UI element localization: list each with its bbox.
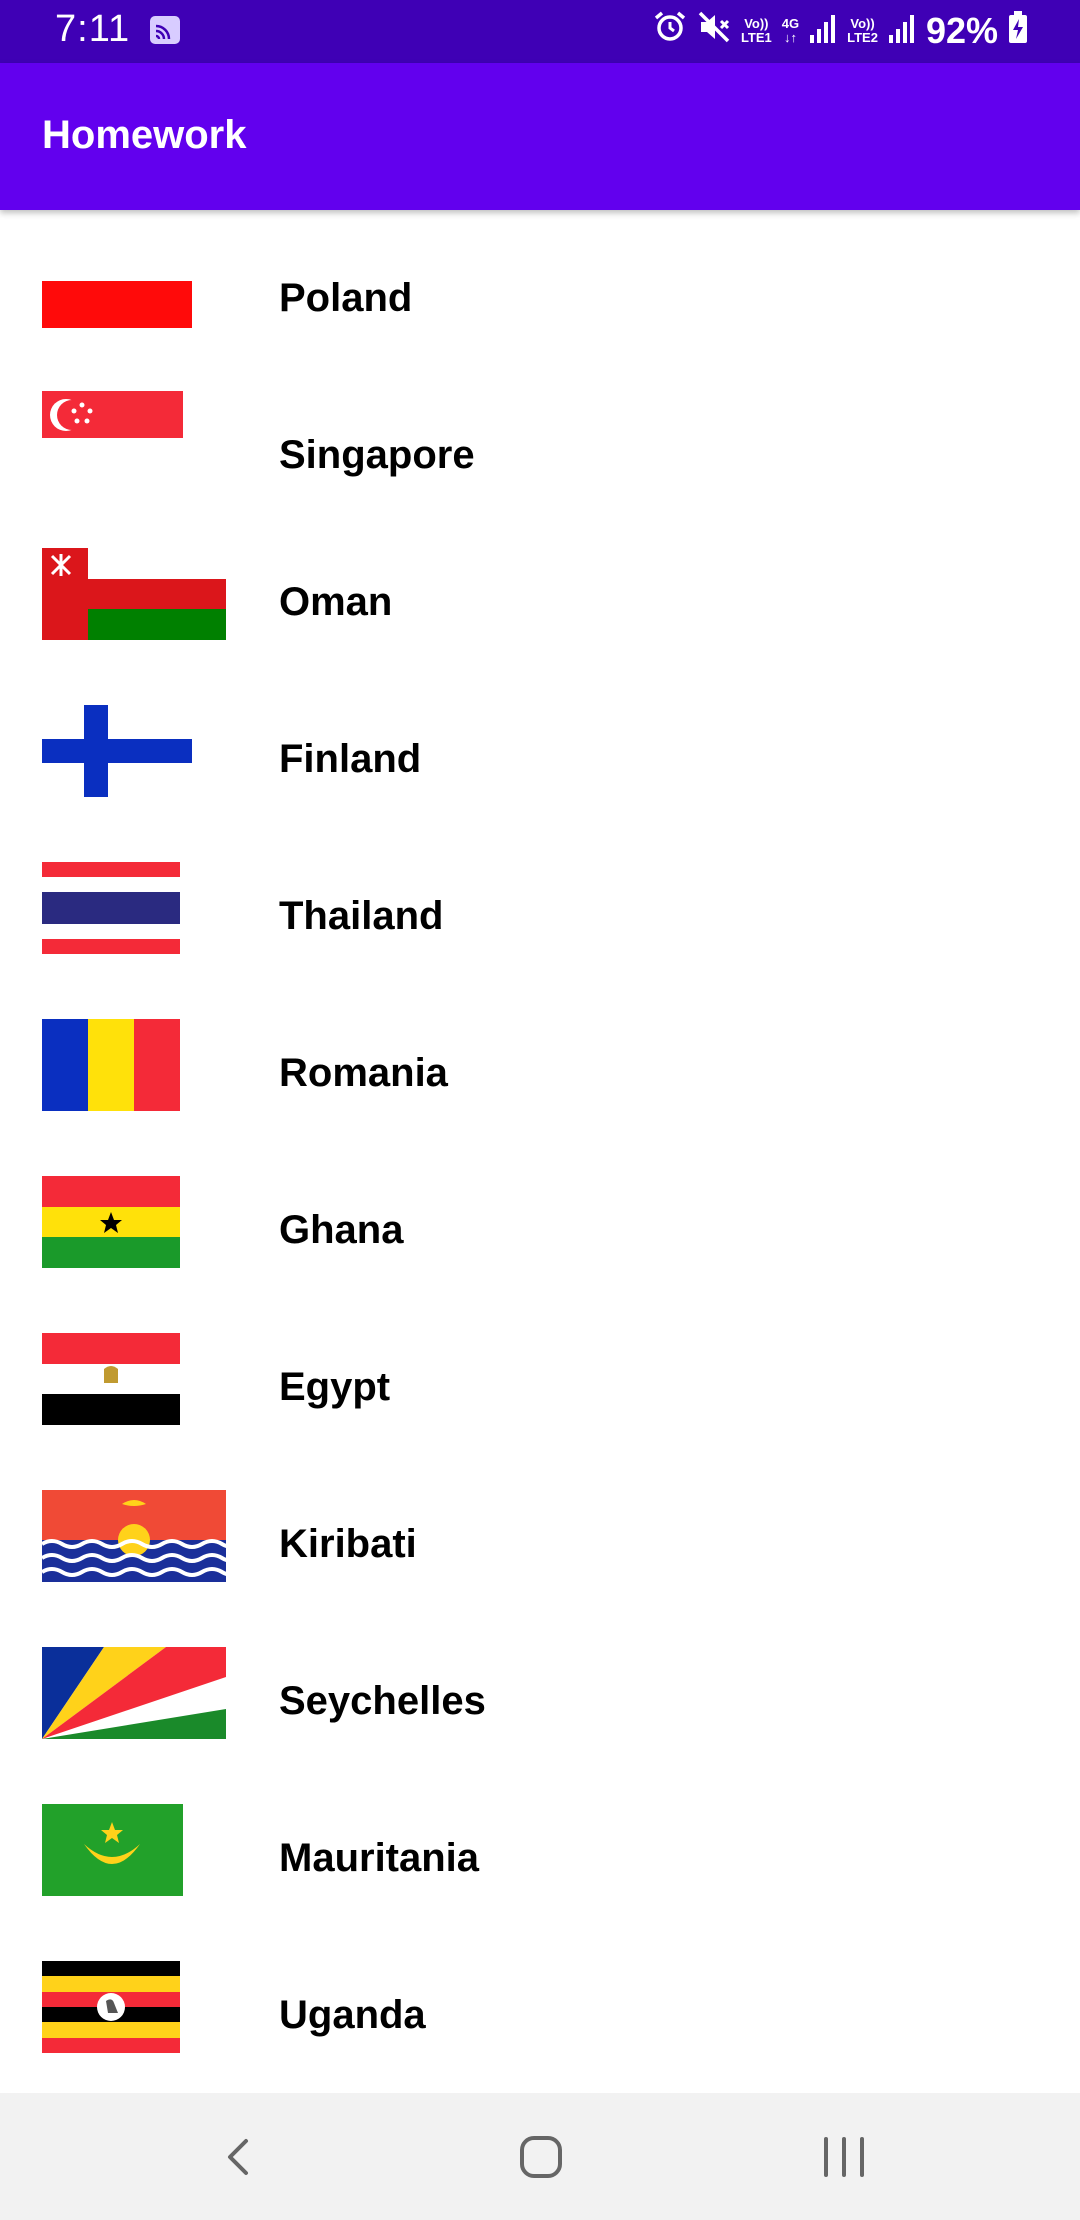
signal-icon xyxy=(809,10,837,52)
country-name: Egypt xyxy=(279,1365,391,1409)
kiribati-flag-icon xyxy=(42,1490,226,1582)
list-item[interactable]: Singapore xyxy=(0,391,1080,548)
singapore-flag-icon xyxy=(42,391,183,485)
network1-label: Vo)) LTE1 xyxy=(741,17,772,45)
country-name: Seychelles xyxy=(279,1679,486,1723)
network2-top: Vo)) xyxy=(850,16,875,31)
thailand-flag-icon xyxy=(42,862,180,954)
list-item[interactable]: Mauritania xyxy=(0,1804,1080,1961)
ghana-flag-icon xyxy=(42,1176,180,1268)
country-name: Uganda xyxy=(279,1993,426,2037)
battery-charging-icon xyxy=(1008,10,1028,52)
back-icon[interactable] xyxy=(208,2125,272,2189)
finland-flag-icon xyxy=(42,705,192,797)
country-name: Poland xyxy=(279,276,413,320)
list-item[interactable]: Kiribati xyxy=(0,1490,1080,1647)
alarm-icon xyxy=(653,10,687,53)
seychelles-flag-icon xyxy=(42,1647,226,1739)
network-type: 4G ↓↑ xyxy=(782,17,799,45)
country-name: Romania xyxy=(279,1051,448,1095)
mute-icon xyxy=(697,10,731,53)
list-item[interactable]: Poland xyxy=(0,234,1080,391)
country-name: Mauritania xyxy=(279,1836,480,1880)
list-item[interactable]: Romania xyxy=(0,1019,1080,1176)
list-item[interactable]: Ghana xyxy=(0,1176,1080,1333)
network2-label: Vo)) LTE2 xyxy=(847,17,878,45)
network1-top: Vo)) xyxy=(744,16,769,31)
list-item[interactable]: Seychelles xyxy=(0,1647,1080,1804)
recents-icon[interactable] xyxy=(812,2125,876,2189)
list-item[interactable]: Finland xyxy=(0,705,1080,862)
list-item[interactable]: Egypt xyxy=(0,1333,1080,1490)
status-time: 7:11 xyxy=(55,8,131,50)
status-icons: Vo)) LTE1 4G ↓↑ Vo)) LTE2 92% xyxy=(653,8,1028,54)
list-item[interactable]: Uganda xyxy=(0,1961,1080,2093)
country-name: Oman xyxy=(279,580,393,624)
poland-flag-icon xyxy=(42,234,192,328)
app-title: Homework xyxy=(42,113,247,157)
home-icon[interactable] xyxy=(508,2125,572,2189)
cast-icon xyxy=(150,16,180,44)
app-bar: Homework xyxy=(0,63,1080,210)
network1-bottom: LTE1 xyxy=(740,30,772,45)
mauritania-flag-icon xyxy=(42,1804,183,1896)
country-name: Singapore xyxy=(279,433,475,477)
list-item[interactable]: Thailand xyxy=(0,862,1080,1019)
country-list[interactable]: Poland Singapore Oman Finland Thailand R… xyxy=(0,210,1080,2093)
battery-text: 92% xyxy=(925,10,998,51)
romania-flag-icon xyxy=(42,1019,180,1111)
network2-bottom: LTE2 xyxy=(847,30,878,45)
country-name: Finland xyxy=(279,737,422,781)
country-name: Thailand xyxy=(279,894,444,938)
oman-flag-icon xyxy=(42,548,226,640)
status-bar: 7:11 Vo)) LTE1 4G ↓↑ Vo)) LTE2 92% xyxy=(0,0,1080,63)
list-item[interactable]: Oman xyxy=(0,548,1080,705)
network-type-label: 4G xyxy=(781,16,800,31)
signal2-icon xyxy=(888,10,916,52)
uganda-flag-icon xyxy=(42,1961,180,2053)
country-name: Kiribati xyxy=(279,1522,417,1566)
country-name: Ghana xyxy=(279,1208,404,1252)
navigation-bar xyxy=(0,2093,1080,2220)
data-arrows-icon: ↓↑ xyxy=(783,30,797,45)
egypt-flag-icon xyxy=(42,1333,180,1425)
